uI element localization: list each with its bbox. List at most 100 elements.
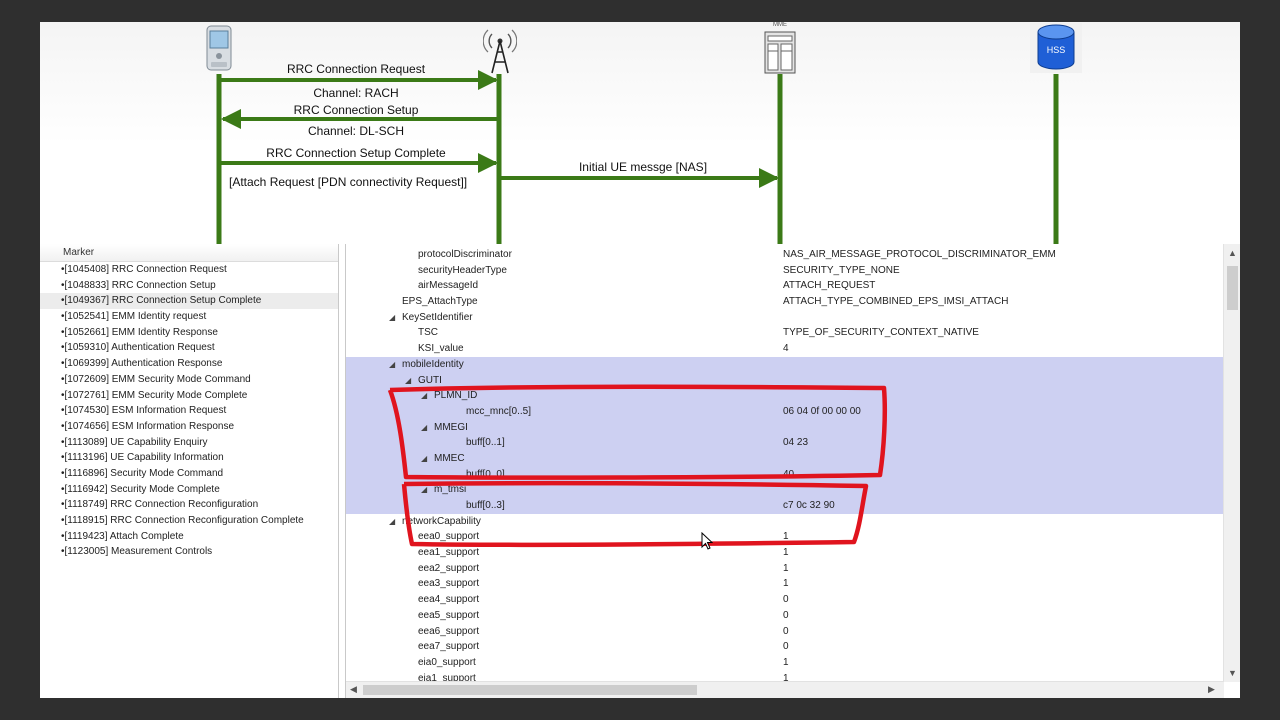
tree-row[interactable]: eea0_support 1 xyxy=(346,529,1223,545)
tree-row[interactable]: ◢ GUTI xyxy=(346,372,1223,389)
marker-list-item[interactable]: •[1123005] Measurement Controls xyxy=(40,544,338,560)
field-name: MMEC xyxy=(434,452,465,464)
field-value: 04 23 xyxy=(783,437,809,449)
msg-label-rrc-connection-setup: RRC Connection Setup xyxy=(293,103,419,117)
field-name: eea2_support xyxy=(418,562,480,574)
tree-row[interactable]: eea6_support 0 xyxy=(346,624,1223,640)
scroll-up-icon[interactable]: ▲ xyxy=(1228,248,1237,258)
field-name: eea4_support xyxy=(418,594,480,606)
marker-list-item[interactable]: •[1113196] UE Capability Information xyxy=(40,450,338,466)
expand-triangle-icon[interactable]: ◢ xyxy=(389,357,395,373)
tree-row[interactable]: eia0_support 1 xyxy=(346,655,1223,671)
field-name: eia0_support xyxy=(418,656,476,668)
mme-caption: MME xyxy=(773,22,787,28)
marker-list-item[interactable]: •[1059310] Authentication Request xyxy=(40,340,338,356)
tree-row[interactable]: EPS_AttachType ATTACH_TYPE_COMBINED_EPS_I… xyxy=(346,294,1223,310)
marker-list-item[interactable]: •[1074656] ESM Information Response xyxy=(40,419,338,435)
marker-header[interactable]: Marker xyxy=(40,244,338,262)
field-value: 4 xyxy=(783,343,789,355)
field-value: 1 xyxy=(783,562,789,574)
field-name: buff[0..3] xyxy=(466,500,505,511)
tree-row[interactable]: buff[0..0] 40 xyxy=(346,466,1223,483)
tree-row[interactable]: mcc_mnc[0..5] 06 04 0f 00 00 00 xyxy=(346,403,1223,420)
field-value: SECURITY_TYPE_NONE xyxy=(783,264,900,276)
marker-list-item[interactable]: •[1069399] Authentication Response xyxy=(40,356,338,372)
field-name: networkCapability xyxy=(402,515,481,527)
tree-row[interactable]: buff[0..3] c7 0c 32 90 xyxy=(346,498,1223,514)
marker-list-item[interactable]: •[1045408] RRC Connection Request xyxy=(40,262,338,278)
field-name: mobileIdentity xyxy=(402,358,464,370)
tree-row[interactable]: eea2_support 1 xyxy=(346,561,1223,577)
field-name: buff[0..1] xyxy=(466,437,505,449)
expand-triangle-icon[interactable]: ◢ xyxy=(421,420,427,436)
antenna-tower-icon[interactable] xyxy=(483,24,517,74)
tree-row[interactable]: buff[0..1] 04 23 xyxy=(346,435,1223,451)
tree-row[interactable]: eea4_support 0 xyxy=(346,592,1223,608)
marker-list-item[interactable]: •[1072609] EMM Security Mode Command xyxy=(40,372,338,388)
tree-row[interactable]: airMessageId ATTACH_REQUEST xyxy=(346,278,1223,294)
field-name: KSI_value xyxy=(418,343,464,355)
tree-row[interactable]: eea5_support 0 xyxy=(346,608,1223,624)
expand-triangle-icon[interactable]: ◢ xyxy=(405,373,411,389)
tree-rows: protocolDiscriminator NAS_AIR_MESSAGE_PRO… xyxy=(346,247,1223,686)
tree-row[interactable]: ◢ m_tmsi xyxy=(346,482,1223,498)
marker-list-item[interactable]: •[1049367] RRC Connection Setup Complete xyxy=(40,293,338,310)
tree-row[interactable]: ◢ networkCapability xyxy=(346,514,1223,530)
expand-triangle-icon[interactable]: ◢ xyxy=(421,482,427,498)
marker-list-item[interactable]: •[1074530] ESM Information Request xyxy=(40,403,338,419)
sequence-diagram: MME HSS RRC Connection Request Channel: … xyxy=(40,22,1240,244)
tree-row[interactable]: ◢ mobileIdentity xyxy=(346,356,1223,373)
marker-list-item[interactable]: •[1052661] EMM Identity Response xyxy=(40,325,338,341)
marker-list-item[interactable]: •[1119423] Attach Complete xyxy=(40,529,338,545)
tree-row[interactable]: ◢ PLMN_ID xyxy=(346,388,1223,404)
marker-list-item[interactable]: •[1072761] EMM Security Mode Complete xyxy=(40,388,338,404)
marker-list-item[interactable]: •[1116942] Security Mode Complete xyxy=(40,482,338,498)
field-value: 1 xyxy=(783,531,789,543)
tree-row[interactable]: ◢ KeySetIdentifier xyxy=(346,310,1223,326)
msg-label-initial-ue-message: Initial UE messge [NAS] xyxy=(578,160,708,174)
marker-list-item[interactable]: •[1113089] UE Capability Enquiry xyxy=(40,435,338,451)
tree-row[interactable]: eea3_support 1 xyxy=(346,576,1223,592)
tree-row[interactable]: KSI_value 4 xyxy=(346,341,1223,357)
field-name: TSC xyxy=(418,327,438,339)
tree-row[interactable]: ◢ MMEGI xyxy=(346,419,1223,436)
scroll-down-icon[interactable]: ▼ xyxy=(1228,668,1237,678)
expand-triangle-icon[interactable]: ◢ xyxy=(389,310,395,326)
field-value: c7 0c 32 90 xyxy=(783,500,835,511)
horizontal-scroll-thumb[interactable] xyxy=(363,685,697,695)
scroll-right-icon[interactable]: ▶ xyxy=(1208,684,1215,695)
msg-label-rrc-connection-setup-complete: RRC Connection Setup Complete xyxy=(266,146,446,160)
tree-row[interactable]: ◢ MMEC xyxy=(346,450,1223,467)
expand-triangle-icon[interactable]: ◢ xyxy=(389,514,395,530)
tree-row[interactable]: protocolDiscriminator NAS_AIR_MESSAGE_PRO… xyxy=(346,247,1223,263)
field-value: 0 xyxy=(783,609,789,621)
field-name: protocolDiscriminator xyxy=(418,249,512,260)
field-value: TYPE_OF_SECURITY_CONTEXT_NATIVE xyxy=(783,327,979,339)
field-name: eea7_support xyxy=(418,641,480,653)
field-value: 1 xyxy=(783,547,789,559)
field-name: mcc_mnc[0..5] xyxy=(466,405,532,417)
msg-label-attach-request: [Attach Request [PDN connectivity Reques… xyxy=(229,175,468,189)
marker-list-item[interactable]: •[1116896] Security Mode Command xyxy=(40,466,338,482)
field-name: buff[0..0] xyxy=(466,468,505,480)
horizontal-scrollbar[interactable]: ◀ ▶ xyxy=(346,681,1224,698)
field-value: 40 xyxy=(783,468,795,480)
mobile-phone-icon[interactable] xyxy=(200,24,238,72)
scroll-left-icon[interactable]: ◀ xyxy=(350,684,357,695)
marker-list-item[interactable]: •[1048833] RRC Connection Setup xyxy=(40,278,338,294)
database-icon[interactable]: HSS xyxy=(1030,23,1082,73)
vertical-scroll-thumb[interactable] xyxy=(1227,266,1238,310)
marker-list-item[interactable]: •[1052541] EMM Identity request xyxy=(40,309,338,325)
field-name: securityHeaderType xyxy=(418,264,507,276)
tree-row[interactable]: eea1_support 1 xyxy=(346,545,1223,561)
marker-list-item[interactable]: •[1118749] RRC Connection Reconfiguratio… xyxy=(40,497,338,513)
tree-row[interactable]: eea7_support 0 xyxy=(346,639,1223,655)
tree-row[interactable]: securityHeaderType SECURITY_TYPE_NONE xyxy=(346,263,1223,279)
msg-label-rrc-connection-request: RRC Connection Request xyxy=(286,62,426,76)
marker-list-item[interactable]: •[1118915] RRC Connection Reconfiguratio… xyxy=(40,513,338,529)
tree-row[interactable]: TSC TYPE_OF_SECURITY_CONTEXT_NATIVE xyxy=(346,325,1223,341)
server-icon[interactable] xyxy=(762,29,798,75)
expand-triangle-icon[interactable]: ◢ xyxy=(421,388,427,404)
vertical-scrollbar[interactable]: ▲ ▼ xyxy=(1223,244,1240,682)
expand-triangle-icon[interactable]: ◢ xyxy=(421,451,427,467)
